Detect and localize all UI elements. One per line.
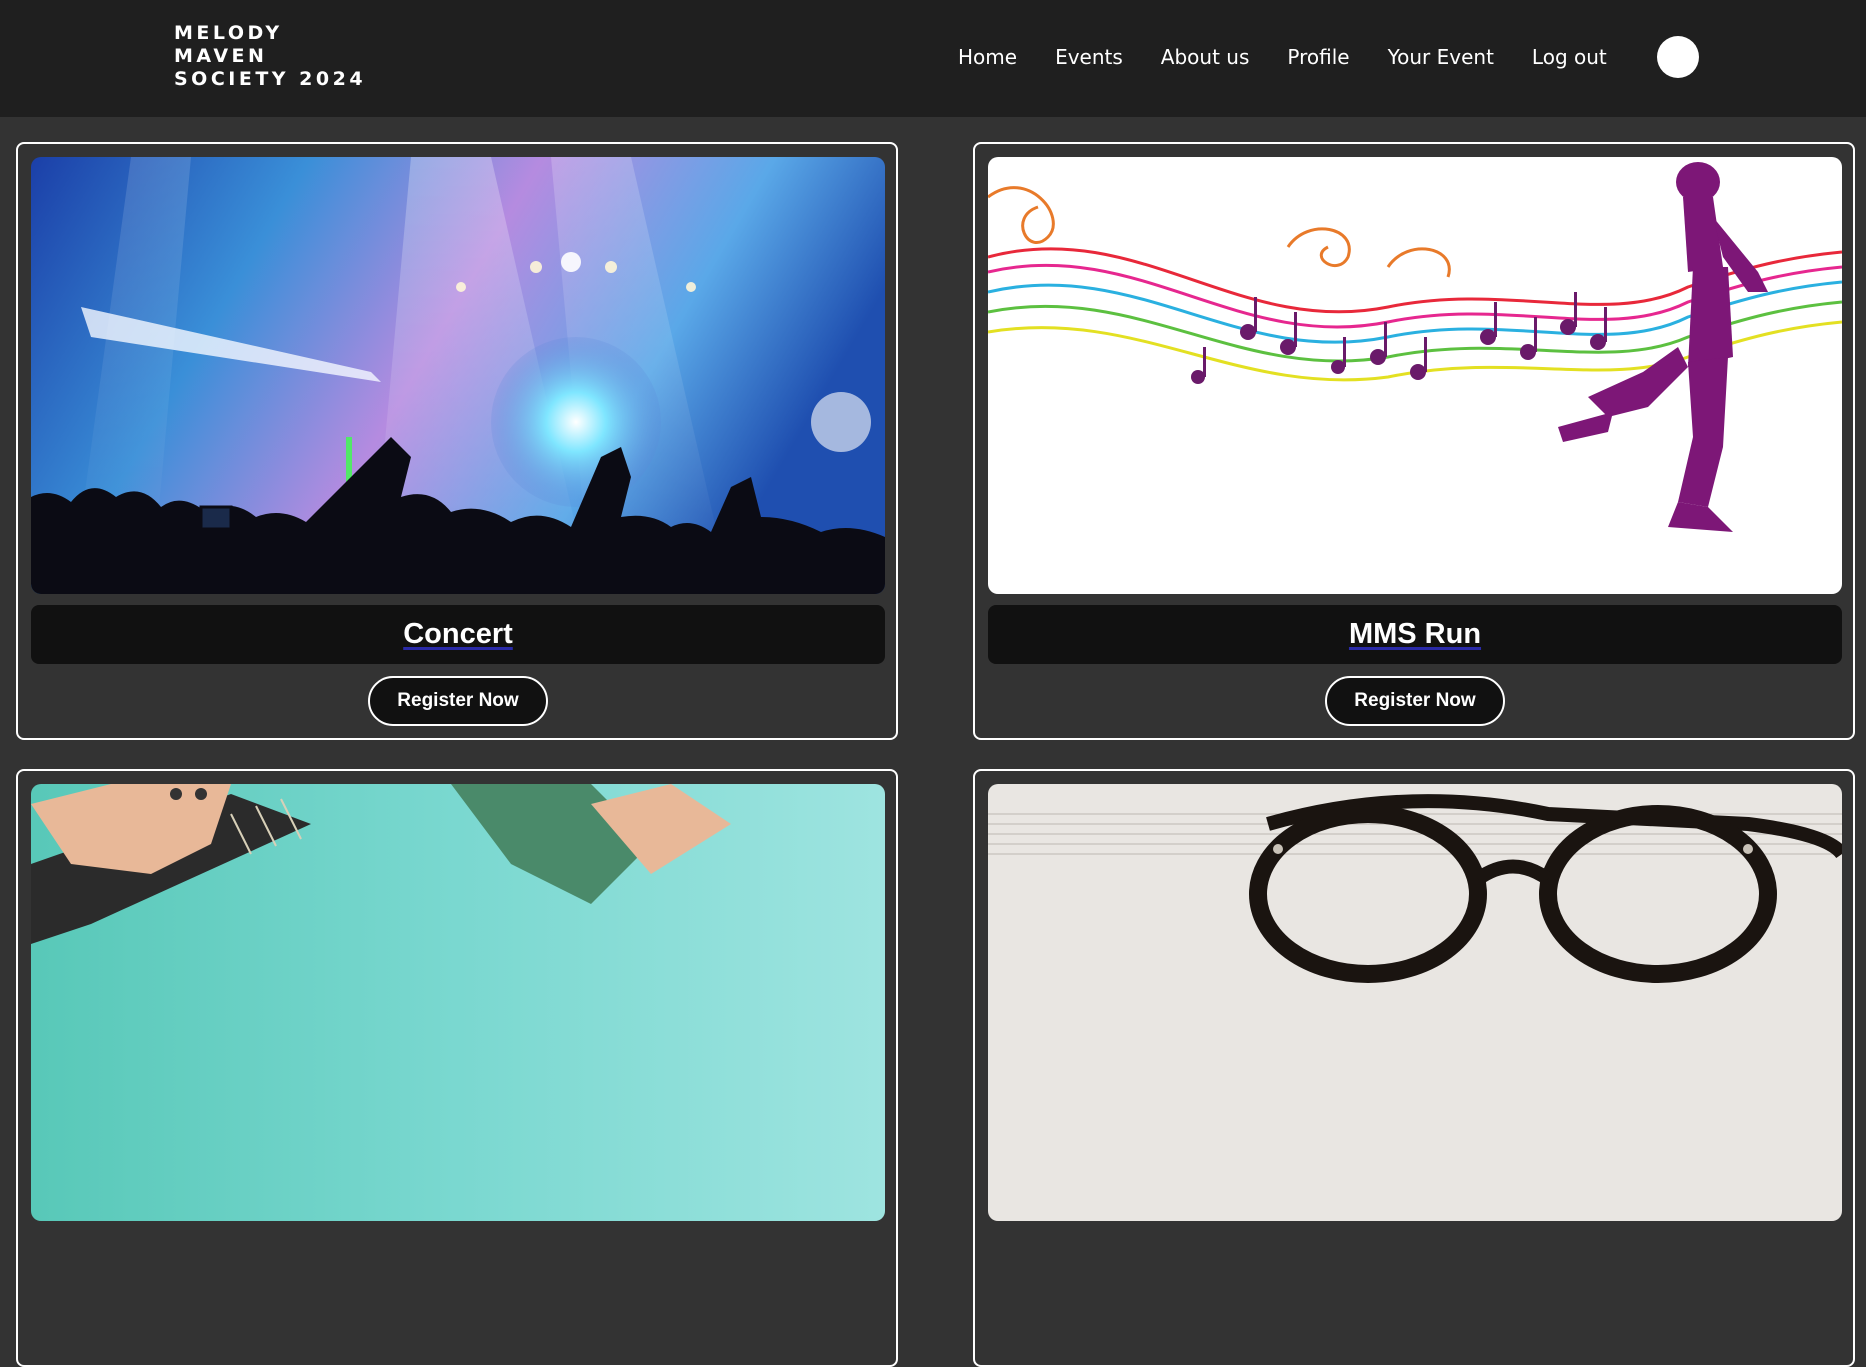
event-card-mms-run: MMS Run Register Now: [973, 142, 1855, 740]
brand-line-3: SOCIETY 2024: [174, 68, 367, 90]
brand-line-2: MAVEN: [174, 45, 268, 67]
event-title-bar: Concert: [31, 605, 885, 664]
event-image-concert: [31, 157, 885, 594]
register-now-button-mms-run[interactable]: Register Now: [1325, 676, 1505, 726]
avatar[interactable]: [1657, 36, 1699, 78]
nav-about-us[interactable]: About us: [1161, 45, 1250, 69]
event-image-glasses: [988, 784, 1842, 1221]
event-title-mms-run[interactable]: MMS Run: [1349, 618, 1481, 651]
site-logo[interactable]: MELODY MAVEN SOCIETY 2024: [174, 22, 366, 91]
nav-links: Home Events About us Profile Your Event …: [958, 42, 1607, 72]
event-image-mms-run: [988, 157, 1842, 594]
nav-home[interactable]: Home: [958, 45, 1017, 69]
nav-your-event[interactable]: Your Event: [1388, 45, 1494, 69]
event-card-guitar: [16, 769, 898, 1367]
event-image-guitar: [31, 784, 885, 1221]
nav-log-out[interactable]: Log out: [1532, 45, 1607, 69]
nav-events[interactable]: Events: [1055, 45, 1123, 69]
event-title-concert[interactable]: Concert: [403, 618, 513, 651]
event-card-glasses: [973, 769, 1855, 1367]
navbar: MELODY MAVEN SOCIETY 2024 Home Events Ab…: [0, 0, 1866, 117]
nav-profile[interactable]: Profile: [1287, 45, 1349, 69]
event-card-concert: Concert Register Now: [16, 142, 898, 740]
register-now-button-concert[interactable]: Register Now: [368, 676, 548, 726]
brand-line-1: MELODY: [174, 22, 283, 44]
event-title-bar: MMS Run: [988, 605, 1842, 664]
